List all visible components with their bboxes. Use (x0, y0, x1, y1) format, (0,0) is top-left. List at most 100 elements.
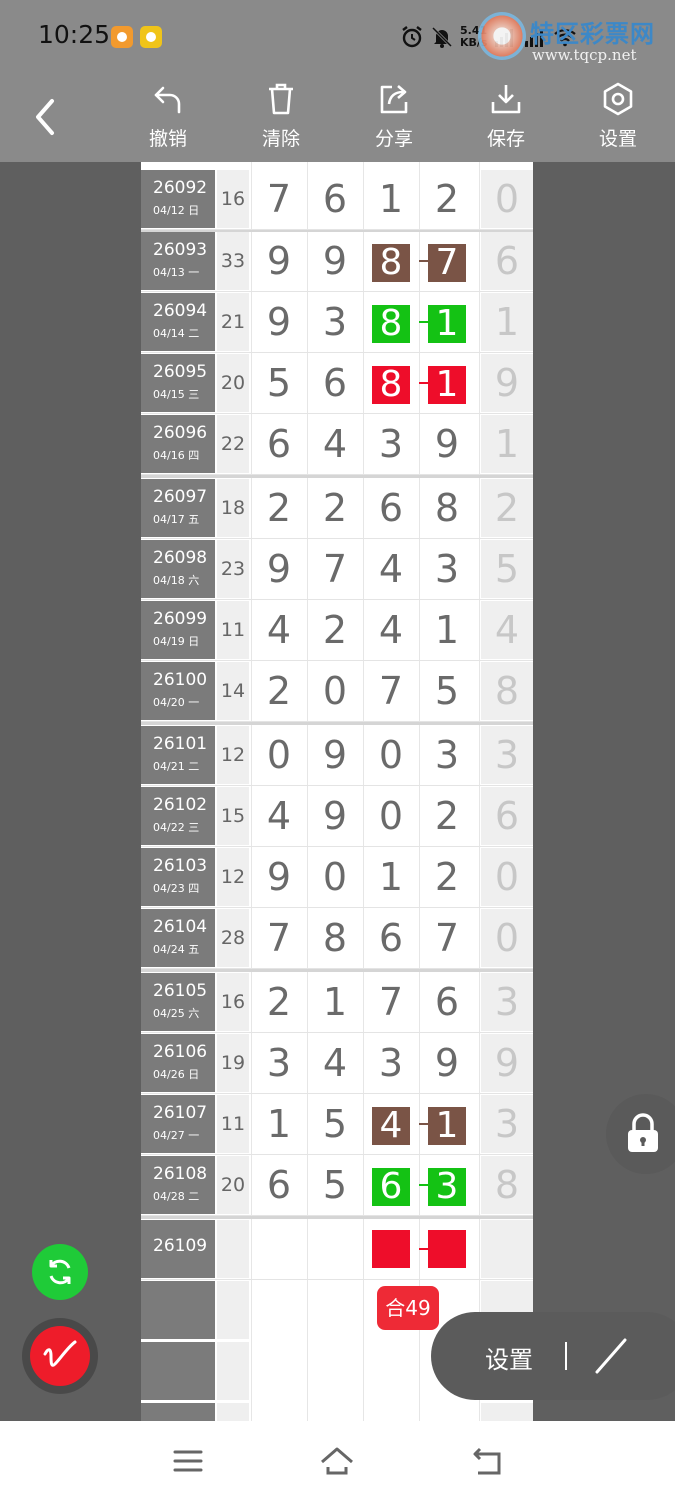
digit-cell[interactable]: 4 (363, 601, 419, 659)
tool-settings-pill[interactable]: 设置 (431, 1312, 675, 1400)
group-separator (141, 969, 533, 972)
digit-cell[interactable]: 5 (307, 1095, 363, 1153)
digit-cell[interactable]: 6 (251, 1156, 307, 1214)
line-tool-icon[interactable] (593, 1336, 629, 1376)
digit-cell[interactable] (363, 1220, 419, 1278)
clear-button[interactable]: 清除 (241, 82, 321, 154)
period-date: 04/19 日 (153, 635, 200, 648)
digit-cell[interactable]: 7 (419, 909, 475, 967)
digit-cell[interactable]: 7 (307, 540, 363, 598)
digit-cell[interactable]: 2 (307, 479, 363, 537)
home-icon[interactable] (319, 1443, 355, 1479)
digit-cell[interactable]: 7 (251, 909, 307, 967)
digit-cell[interactable]: 6 (363, 909, 419, 967)
draw-table[interactable]: 26092 04/12 日 16 7 6 1 2 0 26093 04/13 一 33 9 9 8 7 6 26… (141, 162, 533, 1421)
undo-button[interactable]: 撤销 (128, 82, 208, 154)
digit-cell[interactable]: 5 (307, 1156, 363, 1214)
digit-cell[interactable]: 7 (363, 973, 419, 1031)
digit-cell[interactable]: 3 (363, 415, 419, 473)
digit-value: 6 (378, 486, 404, 530)
digit-cell[interactable]: 0 (307, 848, 363, 906)
extra-digit-cell: 3 (481, 973, 533, 1031)
digit-cell[interactable]: 8 (363, 354, 419, 412)
pen-tool-button[interactable] (22, 1318, 98, 1394)
share-button[interactable]: 分享 (354, 82, 434, 154)
digit-cell[interactable]: 0 (307, 662, 363, 720)
digit-cell[interactable]: 9 (307, 232, 363, 290)
settings-button[interactable]: 设置 (578, 82, 658, 154)
digit-cell[interactable]: 2 (419, 170, 475, 228)
digit-cell[interactable]: 1 (363, 848, 419, 906)
digit-cell[interactable]: 9 (251, 848, 307, 906)
digit-cell[interactable]: 3 (419, 540, 475, 598)
digit-cell[interactable]: 1 (251, 1095, 307, 1153)
app-notification-icon-2 (140, 26, 162, 48)
period-date: 04/18 六 (153, 574, 200, 587)
digit-cell[interactable]: 5 (419, 662, 475, 720)
digit-cell[interactable]: 0 (363, 787, 419, 845)
save-button[interactable]: 保存 (466, 82, 546, 154)
digit-cell[interactable]: 1 (307, 973, 363, 1031)
digit-cell[interactable]: 6 (419, 973, 475, 1031)
digit-cell[interactable]: 0 (251, 726, 307, 784)
digit-cell[interactable]: 9 (307, 726, 363, 784)
digit-cell[interactable]: 1 (363, 170, 419, 228)
period-date: 04/25 六 (153, 1007, 200, 1020)
grid-row-line (141, 968, 533, 969)
digit-cell[interactable]: 3 (419, 726, 475, 784)
digit-cell[interactable]: 4 (307, 1034, 363, 1092)
undo-icon (154, 86, 181, 114)
digit-cell[interactable]: 6 (363, 479, 419, 537)
digit-cell[interactable]: 2 (251, 973, 307, 1031)
period-number: 26095 (153, 362, 208, 382)
sum-cell: 19 (217, 1034, 249, 1092)
back-icon[interactable] (30, 97, 60, 137)
digit-cell[interactable]: 2 (251, 479, 307, 537)
digit-cell[interactable]: 9 (251, 232, 307, 290)
digit-cell[interactable]: 4 (251, 787, 307, 845)
digit-cell[interactable]: 9 (251, 293, 307, 351)
digit-cell[interactable]: 9 (307, 787, 363, 845)
digit-cell[interactable]: 8 (363, 232, 419, 290)
digit-cell[interactable]: 5 (251, 354, 307, 412)
digit-cell[interactable] (307, 1220, 363, 1278)
digit-cell[interactable]: 3 (363, 1034, 419, 1092)
menu-icon[interactable] (170, 1443, 206, 1479)
empty-extra-cell (481, 1403, 533, 1421)
digit-cell[interactable]: 6 (307, 354, 363, 412)
group-separator (141, 722, 533, 725)
digit-cell[interactable]: 4 (363, 540, 419, 598)
digit-cell[interactable]: 6 (307, 170, 363, 228)
digit-cell[interactable] (251, 1220, 307, 1278)
digit-cell[interactable]: 3 (307, 293, 363, 351)
period-date: 04/26 日 (153, 1068, 200, 1081)
digit-cell[interactable]: 4 (363, 1095, 419, 1153)
sync-button[interactable] (32, 1244, 88, 1300)
back-nav-icon[interactable] (470, 1443, 506, 1479)
digit-cell[interactable]: 2 (251, 662, 307, 720)
digit-cell[interactable]: 8 (419, 479, 475, 537)
digit-cell[interactable]: 2 (419, 848, 475, 906)
digit-cell[interactable]: 9 (419, 415, 475, 473)
digit-cell[interactable]: 6 (363, 1156, 419, 1214)
digit-value: 2 (434, 177, 460, 221)
empty-sum-cell (217, 1342, 249, 1400)
digit-cell[interactable]: 9 (251, 540, 307, 598)
digit-cell[interactable]: 4 (251, 601, 307, 659)
lock-button[interactable] (606, 1094, 675, 1174)
digit-cell[interactable]: 6 (251, 415, 307, 473)
digit-cell[interactable]: 8 (307, 909, 363, 967)
digit-cell[interactable]: 1 (419, 601, 475, 659)
digit-cell[interactable]: 3 (251, 1034, 307, 1092)
digit-cell[interactable]: 0 (363, 726, 419, 784)
digit-cell[interactable]: 8 (363, 293, 419, 351)
digit-cell[interactable]: 2 (419, 787, 475, 845)
sum-cell: 20 (217, 354, 249, 412)
digit-cell[interactable]: 4 (307, 415, 363, 473)
pill-settings-label[interactable]: 设置 (485, 1340, 533, 1375)
digit-cell[interactable]: 9 (419, 1034, 475, 1092)
digit-cell[interactable]: 7 (251, 170, 307, 228)
digit-cell[interactable]: 2 (307, 601, 363, 659)
digit-cell[interactable]: 7 (363, 662, 419, 720)
period-number: 26102 (153, 795, 208, 815)
